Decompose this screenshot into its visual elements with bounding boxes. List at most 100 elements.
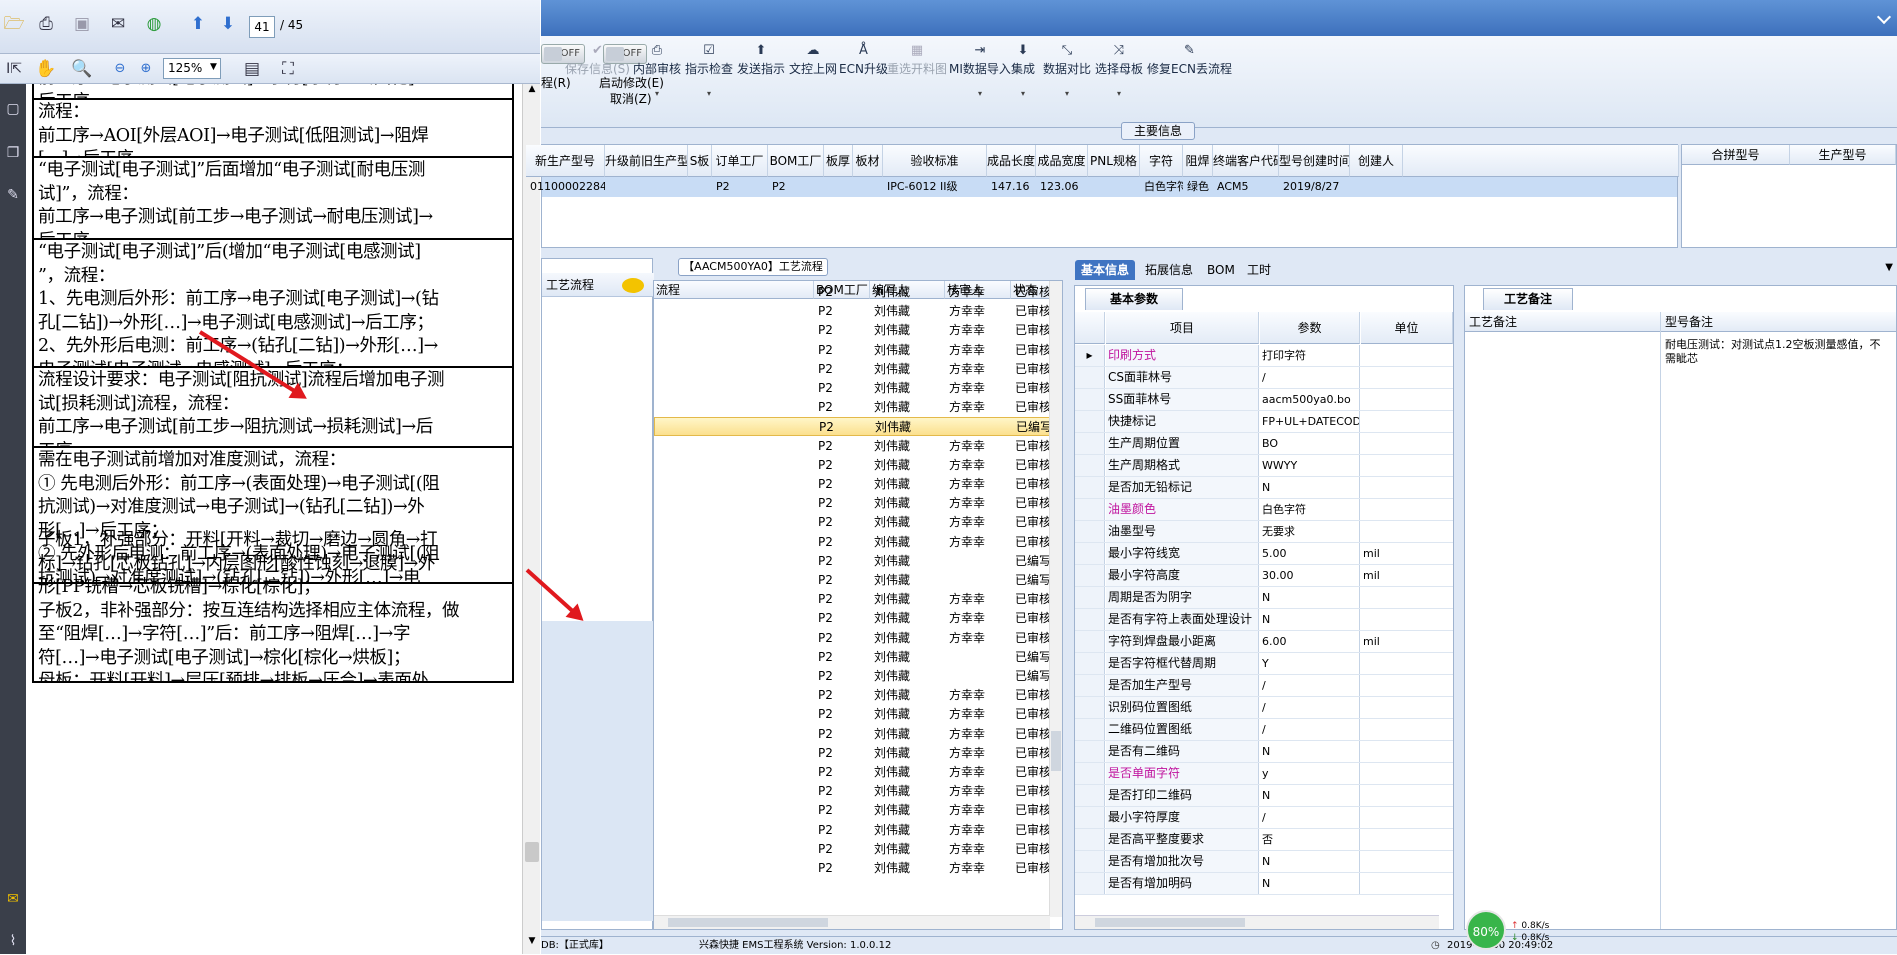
param-value[interactable]: / — [1260, 367, 1360, 388]
process-scroll-thumb[interactable] — [1051, 731, 1061, 771]
param-row[interactable]: 油墨颜色 白色字符 — [1075, 499, 1453, 521]
scroll-up-icon[interactable]: ▲ — [525, 84, 539, 98]
column-header[interactable]: 成品长度 — [987, 145, 1036, 177]
tree-row[interactable]: 预烘P2刘伟藏方幸幸已审核 — [654, 341, 1051, 360]
column-header[interactable]: 成品宽度 — [1036, 145, 1088, 177]
column-header[interactable]: S板 — [688, 145, 712, 177]
param-value[interactable]: 6.00 — [1260, 631, 1360, 652]
ribbon-button[interactable]: Å ECN升级 — [839, 42, 888, 77]
table-cell[interactable]: 123.06 — [1036, 177, 1088, 197]
param-row[interactable]: 字符到焊盘最小距离 6.00 mil — [1075, 631, 1453, 653]
ribbon-button[interactable]: ⤡ 数据对比 ▾ — [1043, 42, 1091, 98]
tree-row[interactable]: 终固化P2刘伟藏方幸幸已审核 — [654, 437, 1051, 456]
table-cell[interactable] — [605, 177, 688, 197]
fit-width-icon[interactable]: ⛶ — [276, 57, 300, 81]
tab-hours[interactable]: 工时 — [1241, 260, 1277, 280]
dropdown-arrow-icon[interactable]: ▾ — [1011, 89, 1035, 98]
column-header[interactable]: 工艺备注 — [1465, 312, 1661, 332]
ribbon-button[interactable]: ✔ 保存信息(S) — [565, 42, 630, 77]
table-cell[interactable]: 白色字符 — [1140, 177, 1183, 197]
params-hscroll-thumb[interactable] — [1095, 918, 1245, 927]
ribbon-button[interactable]: ▦ 重选开料图 — [887, 42, 947, 77]
table-cell[interactable]: IPC-6012 II级 — [883, 177, 987, 197]
next-page-icon[interactable]: ⬇ — [216, 12, 240, 36]
param-value[interactable]: N — [1260, 873, 1360, 894]
param-value[interactable]: N — [1260, 785, 1360, 806]
scroll-down-icon[interactable]: ▼ — [525, 936, 539, 950]
param-value[interactable]: 白色字符 — [1260, 499, 1360, 520]
tree-row[interactable]: 阻焊塞孔P2刘伟藏方幸幸已审核 — [654, 302, 1051, 321]
param-row[interactable]: 是否打印二维码 N — [1075, 785, 1453, 807]
param-row[interactable]: 是否高平整度要求否 — [1075, 829, 1453, 851]
fit-page-icon[interactable]: ▤ — [240, 57, 264, 81]
table-cell[interactable]: P2 — [768, 177, 824, 197]
ribbon-button[interactable]: ⬇ 集成 ▾ — [1011, 42, 1035, 98]
param-row[interactable]: SS面菲林号 aacm500ya0.bo — [1075, 389, 1453, 411]
column-header[interactable]: 项目 — [1106, 312, 1259, 344]
param-row[interactable]: 最小字符高度 30.00 mil — [1075, 565, 1453, 587]
tree-row[interactable]: 外包装P2刘伟藏方幸幸已审核 — [654, 840, 1051, 859]
table-cell[interactable] — [853, 177, 883, 197]
param-value[interactable]: N — [1260, 477, 1360, 498]
nav-process-item[interactable]: 工艺流程 — [542, 273, 654, 297]
param-value[interactable]: N — [1260, 587, 1360, 608]
model-note-text[interactable]: 耐电压测试：对测试点1.2空板测量感值，不需眦芯 — [1665, 338, 1891, 366]
column-header[interactable]: 板厚 — [824, 145, 853, 177]
param-value[interactable]: Y — [1260, 653, 1360, 674]
ribbon-button[interactable]: ⤨ 选择母板 ▾ — [1095, 42, 1143, 98]
tree-row[interactable]: 耐电压测试1P2刘伟藏方幸幸已审核 — [654, 629, 1051, 648]
tree-row[interactable]: 外观检查P2刘伟藏方幸幸已审核 — [654, 744, 1051, 763]
param-value[interactable]: N — [1260, 609, 1360, 630]
tree-row[interactable]: 电子测试P2刘伟藏已编写 — [654, 571, 1051, 590]
param-value[interactable]: BO — [1260, 433, 1360, 454]
tree-row[interactable]: 沉金P2刘伟藏方幸幸已审核 — [654, 513, 1051, 532]
param-row[interactable]: 是否有增加明码 N — [1075, 873, 1453, 895]
dropdown-arrow-icon[interactable]: ▾ — [633, 89, 681, 98]
tree-row[interactable]: −成品仓P2刘伟藏方幸幸已审核 — [654, 801, 1051, 820]
params-horizontal-scrollbar[interactable] — [1075, 915, 1439, 929]
tree-row[interactable]: −字符P2刘伟藏方幸幸已审核 — [654, 398, 1051, 417]
param-row[interactable]: 最小字符线宽 5.00 mil — [1075, 543, 1453, 565]
chat-bubble-icon[interactable] — [622, 278, 644, 293]
page-number-input[interactable]: 41 — [249, 16, 275, 38]
param-value[interactable]: / — [1260, 697, 1360, 718]
zoom-in-icon[interactable]: ⊕ — [134, 57, 158, 81]
param-row[interactable]: 是否加生产型号 / — [1075, 675, 1453, 697]
ribbon-button[interactable]: ⎙ 内部审核 ▾ — [633, 42, 681, 98]
tree-row[interactable]: 功能检查P2刘伟藏方幸幸已审核 — [654, 725, 1051, 744]
tab-extended-info[interactable]: 拓展信息 — [1139, 260, 1199, 280]
table-cell[interactable] — [1088, 177, 1140, 197]
table-cell[interactable]: ACM5 — [1213, 177, 1279, 197]
column-header[interactable]: 订单工厂 — [712, 145, 768, 177]
column-header[interactable]: PNL规格 — [1088, 145, 1140, 177]
process-horizontal-scrollbar[interactable] — [654, 915, 1050, 929]
column-header[interactable]: 单位 — [1361, 312, 1453, 344]
bookmarks-icon[interactable]: ❐ — [2, 142, 24, 164]
pdf-scroll-thumb[interactable] — [525, 842, 539, 862]
param-row[interactable]: 生产周期格式 WWYY — [1075, 455, 1453, 477]
param-value[interactable]: 否 — [1260, 829, 1360, 850]
hand-tool-icon[interactable]: ✋ — [34, 57, 58, 81]
table-cell[interactable] — [1350, 177, 1403, 197]
ribbon-button[interactable]: ⬆ 发送指示 — [737, 42, 785, 77]
param-value[interactable]: 30.00 — [1260, 565, 1360, 586]
dropdown-arrow-icon[interactable]: ▾ — [949, 89, 1011, 98]
print-icon[interactable]: ⎙ — [34, 12, 58, 36]
save-icon[interactable]: ▣ — [70, 12, 94, 36]
tab-bom[interactable]: BOM — [1201, 260, 1241, 280]
param-row[interactable]: 是否有增加批次号 N — [1075, 851, 1453, 873]
pdf-vertical-scrollbar[interactable]: ▲ ▼ — [522, 84, 540, 954]
column-header[interactable]: 阻焊 — [1183, 145, 1213, 177]
column-header[interactable]: 新生产型号 — [526, 145, 605, 177]
comments-icon[interactable]: ✉ — [2, 888, 24, 910]
select-tool-icon[interactable]: I⇱ — [2, 57, 26, 81]
pages-icon[interactable]: ▢ — [2, 98, 24, 120]
table-cell[interactable] — [824, 177, 853, 197]
column-header[interactable]: 字符 — [1140, 145, 1183, 177]
param-value[interactable]: N — [1260, 851, 1360, 872]
tree-row[interactable]: 丝印P2刘伟藏方幸幸已审核 — [654, 321, 1051, 340]
param-row[interactable]: 是否字符框代替周期 Y — [1075, 653, 1453, 675]
table-cell[interactable]: 绿色 — [1183, 177, 1213, 197]
param-value[interactable]: aacm500ya0.bo — [1260, 389, 1360, 410]
tree-row[interactable]: −电子测试1P2刘伟藏方幸幸已审核 — [654, 590, 1051, 609]
